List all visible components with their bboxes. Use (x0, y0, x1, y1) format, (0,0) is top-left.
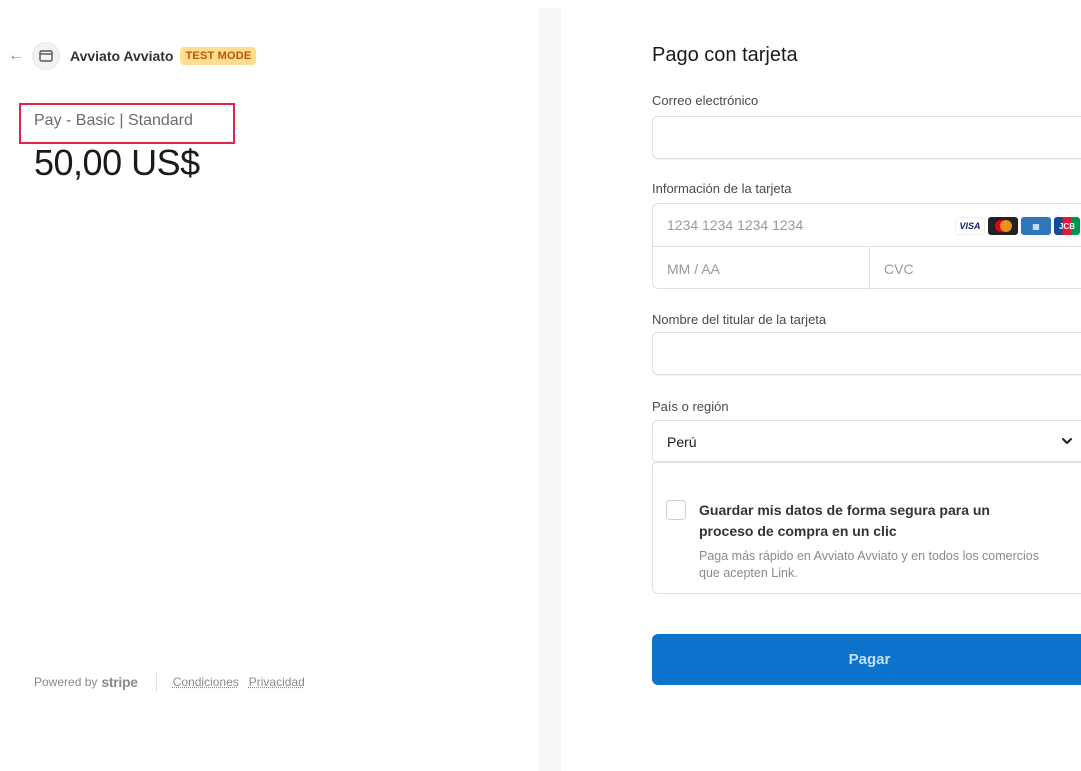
mastercard-icon (988, 217, 1018, 235)
email-field[interactable] (652, 116, 1081, 159)
save-info-title: Guardar mis datos de forma segura para u… (699, 502, 990, 539)
stripe-logo[interactable]: stripe (101, 674, 138, 690)
expiry-field[interactable]: MM / AA (653, 247, 870, 290)
card-info-group: 1234 1234 1234 1234 VISA ▦ JCB MM / AA C… (652, 203, 1081, 290)
product-price: 50,00 US$ (34, 142, 200, 183)
back-arrow-icon[interactable]: ← (8, 48, 24, 64)
cardholder-field[interactable] (652, 332, 1081, 375)
save-info-subtitle: Paga más rápido en Avviato Avviato y en … (699, 549, 1040, 580)
merchant-header: ← Avviato Avviato TEST MODE (8, 40, 257, 72)
cvc-field[interactable]: CVC (870, 247, 914, 290)
form-title: Pago con tarjeta (652, 44, 798, 66)
cvc-placeholder: CVC (884, 260, 914, 277)
merchant-name: Avviato Avviato (70, 48, 174, 64)
test-mode-badge: TEST MODE (180, 47, 257, 65)
chevron-down-icon (1062, 438, 1072, 444)
jcb-icon: JCB (1054, 217, 1080, 235)
pay-button[interactable]: Pagar (652, 634, 1081, 685)
footer-divider (155, 672, 157, 692)
save-info-box: Guardar mis datos de forma segura para u… (652, 461, 1081, 594)
summary-panel: ← Avviato Avviato TEST MODE Pay - Basic … (0, 0, 538, 771)
cardholder-label: Nombre del titular de la tarjeta (652, 312, 827, 327)
email-label: Correo electrónico (652, 93, 759, 108)
card-brand-icons: VISA ▦ JCB (955, 217, 1080, 235)
save-info-checkbox[interactable] (666, 500, 686, 520)
product-name: Pay - Basic | Standard (34, 112, 193, 129)
country-select[interactable]: Perú (652, 420, 1081, 463)
card-info-label: Información de la tarjeta (652, 181, 792, 196)
country-label: País o región (652, 399, 729, 414)
amex-icon: ▦ (1021, 217, 1051, 235)
expiry-placeholder: MM / AA (667, 260, 720, 277)
country-value: Perú (667, 433, 697, 450)
card-number-placeholder: 1234 1234 1234 1234 (667, 217, 804, 233)
cardholder-input[interactable] (653, 333, 1081, 374)
email-input[interactable] (653, 117, 1081, 158)
store-icon (32, 42, 60, 70)
powered-by-text: Powered by (34, 675, 98, 689)
visa-icon: VISA (955, 217, 985, 235)
panel-divider (538, 8, 561, 771)
card-number-field[interactable]: 1234 1234 1234 1234 VISA ▦ JCB (653, 204, 1081, 247)
footer: Powered by stripe Condiciones Privacidad (34, 672, 315, 692)
terms-link[interactable]: Condiciones (173, 675, 239, 689)
privacy-link[interactable]: Privacidad (249, 675, 305, 689)
